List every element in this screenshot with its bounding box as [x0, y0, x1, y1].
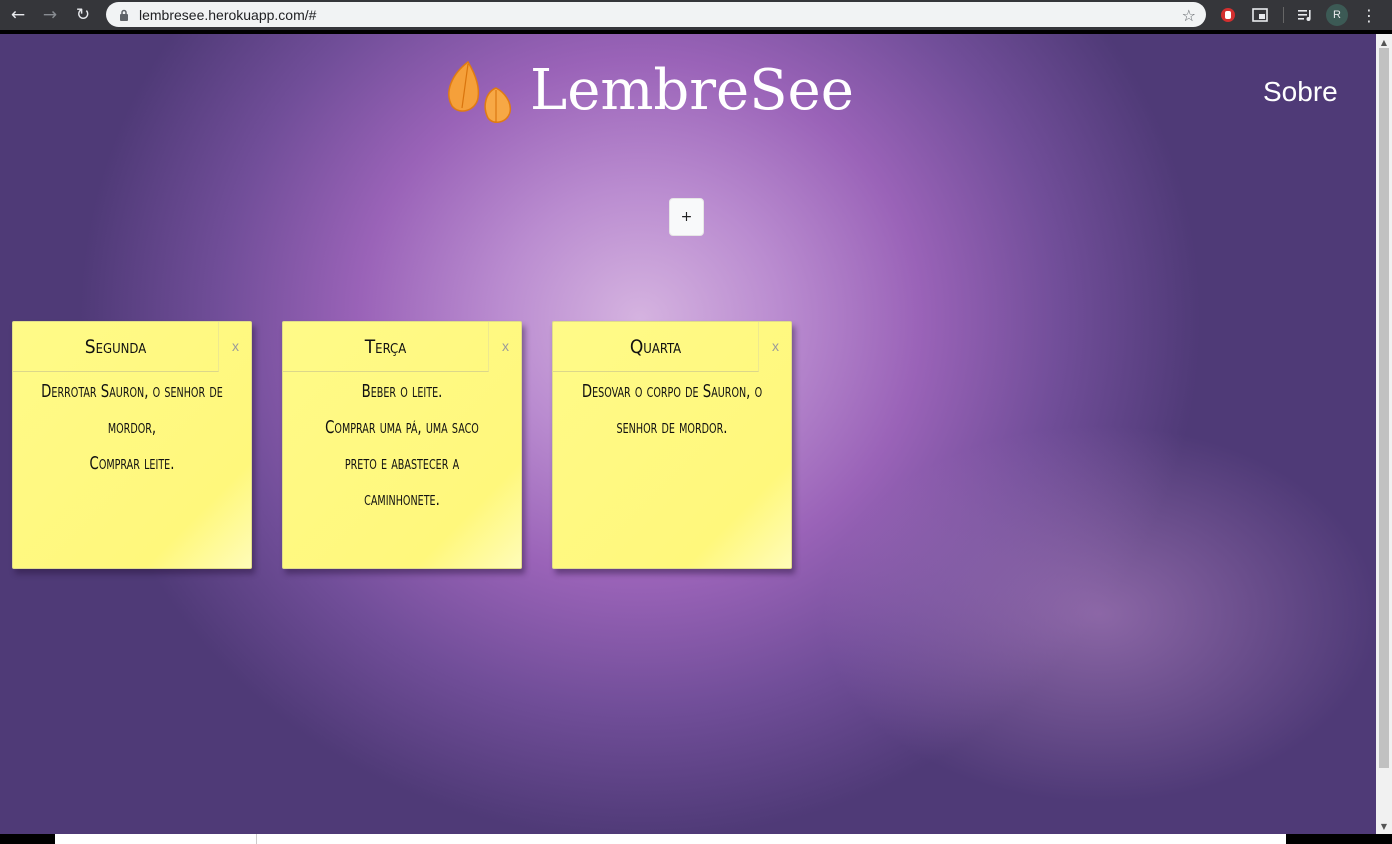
scrollbar-thumb[interactable] [1379, 48, 1389, 768]
brand-title[interactable]: LembreSee [530, 58, 854, 123]
note-close-button[interactable]: x [772, 338, 779, 354]
page-background: LembreSee Sobre + Segunda x Derrotar Sau… [0, 34, 1376, 834]
note-close-button[interactable]: x [232, 338, 239, 354]
note-card: Segunda x Derrotar Sauron, o senhor de m… [12, 321, 252, 569]
scroll-down-icon[interactable]: ▼ [1376, 820, 1392, 832]
add-note-button[interactable]: + [669, 198, 704, 236]
picture-in-picture-icon[interactable] [1250, 5, 1270, 25]
note-body[interactable]: Desovar o corpo de Sauron, o senhor de m… [579, 374, 764, 446]
profile-avatar[interactable]: R [1326, 4, 1348, 26]
extension-stop-icon[interactable] [1218, 5, 1238, 25]
lock-icon [118, 9, 130, 21]
note-title[interactable]: Quarta [553, 322, 759, 372]
kebab-menu-icon[interactable]: ⋮ [1359, 5, 1379, 25]
note-title[interactable]: Segunda [13, 322, 219, 372]
media-queue-icon[interactable] [1295, 5, 1315, 25]
bookmark-star-icon[interactable]: ☆ [1182, 6, 1196, 25]
toolbar-separator [1283, 7, 1284, 23]
note-title[interactable]: Terça [283, 322, 489, 372]
url-text: lembresee.herokuapp.com/# [139, 6, 317, 23]
note-card: Terça x Beber o leite. Comprar uma pá, u… [282, 321, 522, 569]
note-body[interactable]: Derrotar Sauron, o senhor de mordor, Com… [39, 374, 224, 482]
forward-icon[interactable]: → [34, 0, 66, 30]
address-bar[interactable]: lembresee.herokuapp.com/# ☆ [106, 2, 1206, 27]
bottom-panel [55, 834, 1286, 844]
browser-toolbar: ← → ↻ lembresee.herokuapp.com/# ☆ R ⋮ [0, 0, 1392, 30]
note-close-button[interactable]: x [502, 338, 509, 354]
bottom-divider [256, 834, 257, 844]
vertical-scrollbar[interactable]: ▲ ▼ [1376, 34, 1392, 834]
note-body[interactable]: Beber o leite. Comprar uma pá, uma saco … [309, 374, 494, 518]
reload-icon[interactable]: ↻ [67, 0, 99, 30]
back-icon[interactable]: ← [2, 0, 34, 30]
about-link[interactable]: Sobre [1263, 76, 1338, 108]
scroll-up-icon[interactable]: ▲ [1376, 36, 1392, 48]
note-card: Quarta x Desovar o corpo de Sauron, o se… [552, 321, 792, 569]
leaves-logo-icon [444, 58, 514, 128]
